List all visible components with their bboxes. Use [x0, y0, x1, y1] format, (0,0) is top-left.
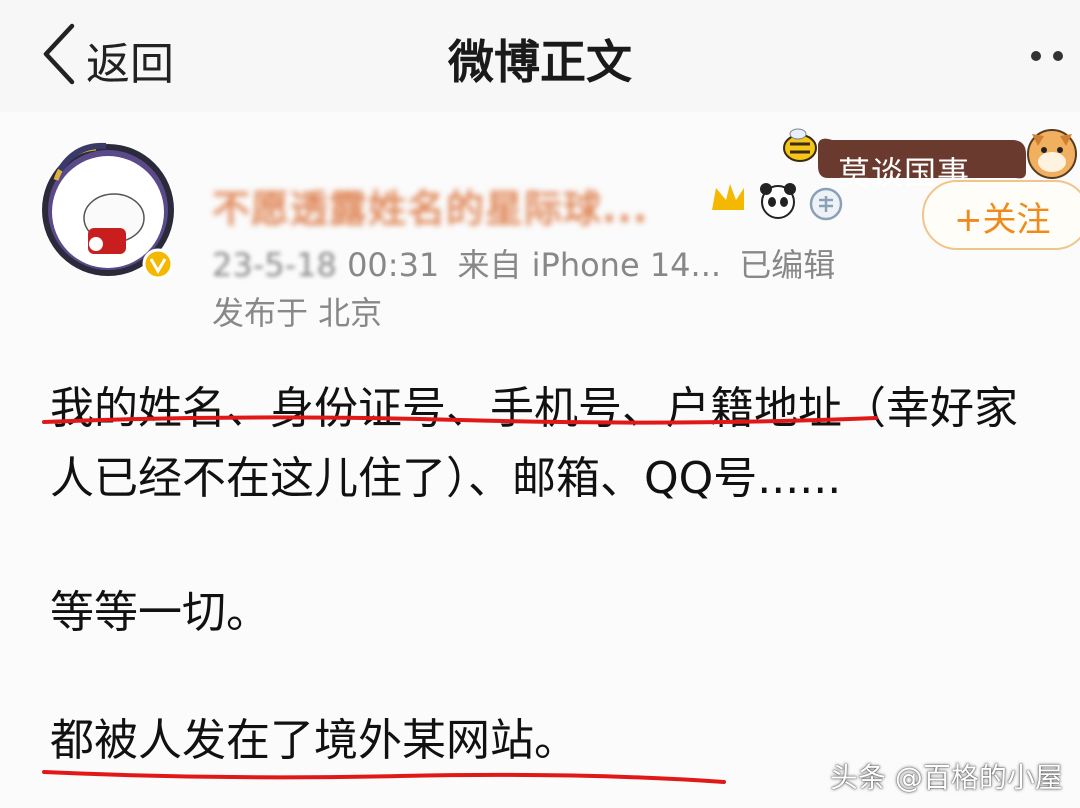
post-source: 来自 iPhone 14...	[457, 246, 722, 284]
post-date: 23-5-18	[212, 246, 337, 284]
panda-badge-icon	[760, 183, 796, 219]
username[interactable]: 不愿透露姓名的星际球...	[212, 178, 648, 233]
content-line-2: 人已经不在这儿住了）、邮箱、QQ号......	[50, 453, 842, 504]
edited-label: 已编辑	[739, 246, 836, 284]
highlight-underline-2	[42, 770, 726, 784]
content-line-3: 等等一切。	[50, 587, 270, 638]
post-location: 发布于 北京	[212, 294, 383, 332]
avatar[interactable]	[36, 140, 186, 280]
crown-badge-icon	[712, 184, 744, 210]
post-meta: 23-5-18 00:31 来自 iPhone 14... 已编辑	[212, 240, 835, 286]
content-line-4: 都被人发在了境外某网站。	[50, 715, 578, 766]
follow-button-label[interactable]: +关注	[954, 192, 1051, 241]
page-title: 微博正文	[448, 35, 632, 89]
highlight-underline-1	[42, 415, 878, 425]
post-time: 00:31	[347, 246, 440, 284]
nav-bar: 返回 微博正文	[0, 0, 1080, 112]
more-icon[interactable]	[1028, 48, 1072, 64]
watermark: 头条 @百格的小屋	[830, 761, 1063, 794]
